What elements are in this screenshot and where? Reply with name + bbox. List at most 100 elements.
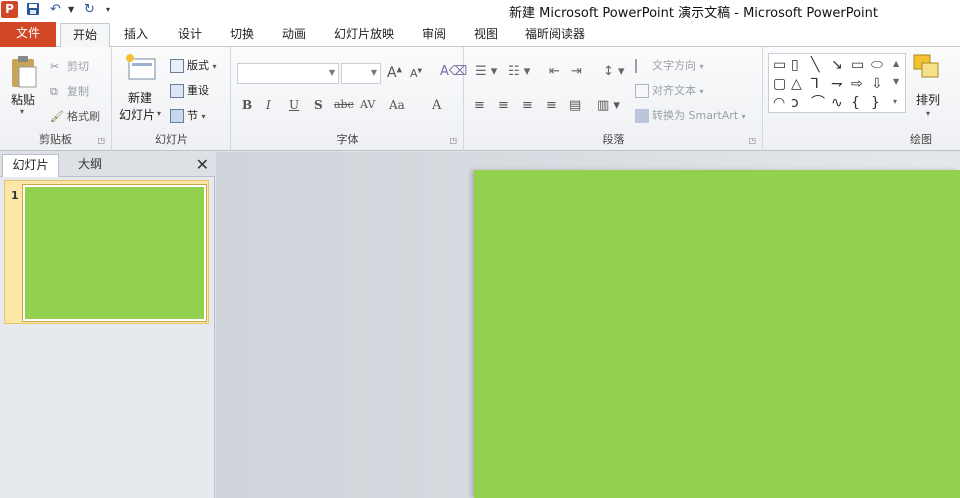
rounded-rectangle-shape-icon[interactable]: ▢	[773, 76, 786, 92]
paragraph-launcher-icon[interactable]: ◳	[748, 136, 756, 145]
align-text-label: 对齐文本	[652, 84, 696, 97]
down-arrow-shape-icon[interactable]: ⇩	[871, 76, 883, 92]
slides-pane: 幻灯片 大纲 ✕ 1	[0, 152, 215, 498]
reset-icon	[170, 84, 184, 98]
right-brace-shape-icon[interactable]: }	[871, 95, 880, 111]
scissors-icon: ✂	[50, 60, 60, 73]
font-launcher-icon[interactable]: ◳	[449, 136, 457, 145]
shapes-gallery[interactable]: ▭ ▯ ╲ ↘ ▭ ⬭ ▢ △ ⅂ ⇁ ⇨ ⇩ ◠ ↄ ⌒ ∿ { } ▲ ▼ …	[768, 53, 906, 113]
underline-button[interactable]: U	[289, 98, 299, 112]
layout-button[interactable]: 版式 ▾	[170, 57, 217, 73]
tab-animations[interactable]: 动画	[272, 23, 316, 47]
distributed-icon[interactable]: ▤	[569, 98, 581, 113]
align-right-icon[interactable]: ≡	[522, 98, 533, 113]
justify-icon[interactable]: ≡	[546, 98, 557, 113]
columns-icon[interactable]: ▥ ▾	[597, 98, 620, 113]
gallery-scroll-down-icon[interactable]: ▼	[893, 74, 899, 90]
line-shape-icon[interactable]: ╲	[811, 57, 819, 73]
tab-transitions[interactable]: 切换	[220, 23, 264, 47]
customize-qat-icon[interactable]: ▾	[106, 2, 110, 18]
section-button[interactable]: 节 ▾	[170, 107, 206, 123]
arrow-line-shape-icon[interactable]: ↘	[831, 57, 843, 73]
undo-icon[interactable]: ↶	[50, 2, 61, 18]
reset-button[interactable]: 重设	[170, 82, 209, 98]
paste-dropdown-icon[interactable]: ▾	[20, 107, 24, 116]
shadow-button[interactable]: S	[314, 98, 323, 112]
right-arrow-shape-icon[interactable]: ⇨	[851, 76, 863, 92]
paste-icon[interactable]	[10, 55, 38, 92]
grow-font-button[interactable]: A▲	[387, 65, 402, 81]
pane-tabs: 幻灯片 大纲 ✕	[0, 152, 215, 177]
slide-thumbnail-row[interactable]: 1	[4, 180, 209, 324]
close-icon[interactable]: ✕	[196, 155, 209, 174]
bold-button[interactable]: B	[242, 98, 252, 112]
copy-button[interactable]: ⧉ 复制	[50, 83, 89, 99]
smartart-label: 转换为 SmartArt	[652, 109, 739, 122]
slide-thumbnail[interactable]	[22, 184, 207, 322]
font-size-combo[interactable]: ▼	[341, 63, 381, 84]
paste-button[interactable]: 粘贴	[11, 91, 35, 108]
triangle-shape-icon[interactable]: △	[791, 76, 802, 92]
undo-dropdown-icon[interactable]: ▼	[68, 2, 74, 18]
text-direction-button[interactable]: 文字方向 ▾	[635, 57, 704, 73]
tab-home[interactable]: 开始	[60, 23, 110, 48]
decrease-indent-icon[interactable]: ⇤	[549, 64, 560, 79]
tab-file[interactable]: 文件	[0, 22, 56, 47]
copy-label: 复制	[67, 85, 89, 98]
clipboard-group: 粘贴 ▾ ✂ 剪切 ⧉ 复制 🖌 格式刷 剪贴板 ◳	[0, 47, 112, 151]
numbering-icon[interactable]: ☷ ▾	[508, 64, 530, 79]
redo-icon[interactable]: ↻	[84, 2, 95, 18]
arrange-button[interactable]: 排列	[916, 91, 940, 108]
align-text-button[interactable]: 对齐文本 ▾	[635, 82, 704, 98]
freeform-shape-icon[interactable]: ◠	[773, 95, 785, 111]
arc-shape-icon[interactable]: ⌒	[811, 95, 825, 111]
font-name-combo[interactable]: ▼	[237, 63, 339, 84]
new-slide-dropdown-icon[interactable]: ▾	[157, 109, 161, 118]
clipboard-launcher-icon[interactable]: ◳	[97, 136, 105, 145]
line-spacing-icon[interactable]: ↕ ▾	[603, 64, 625, 79]
slides-group-label: 幻灯片	[155, 133, 188, 146]
arrange-icon[interactable]	[912, 53, 944, 86]
shrink-font-button[interactable]: A▼	[410, 67, 422, 80]
new-slide-icon[interactable]	[125, 53, 157, 84]
tab-design[interactable]: 设计	[168, 23, 212, 47]
elbow-connector-shape-icon[interactable]: ⅂	[811, 76, 819, 92]
align-center-icon[interactable]: ≡	[498, 98, 509, 113]
increase-indent-icon[interactable]: ⇥	[571, 64, 582, 79]
gallery-more-icon[interactable]: ▾	[893, 94, 897, 110]
gallery-scroll-up-icon[interactable]: ▲	[893, 56, 899, 72]
tab-review[interactable]: 审阅	[412, 23, 456, 47]
tab-outline-pane[interactable]: 大纲	[62, 154, 118, 177]
strikethrough-button[interactable]: abc	[334, 98, 354, 111]
format-painter-button[interactable]: 🖌 格式刷	[50, 108, 100, 124]
save-icon[interactable]	[26, 2, 42, 18]
new-slide-label-2[interactable]: 幻灯片	[119, 106, 155, 123]
new-slide-label-1[interactable]: 新建	[128, 89, 152, 106]
tab-view[interactable]: 视图	[464, 23, 508, 47]
change-case-button[interactable]: Aa	[389, 98, 405, 112]
copy-icon: ⧉	[50, 85, 58, 98]
scribble-shape-icon[interactable]: ↄ	[791, 95, 799, 111]
tab-foxit-reader[interactable]: 福昕阅读器	[516, 23, 594, 47]
tab-insert[interactable]: 插入	[114, 23, 158, 47]
curve-shape-icon[interactable]: ∿	[831, 95, 843, 111]
font-color-button[interactable]: A	[432, 98, 441, 113]
arrange-dropdown-icon[interactable]: ▾	[926, 109, 930, 118]
text-box-shape-icon[interactable]: ▭	[773, 57, 786, 73]
clear-formatting-icon[interactable]: A⌫	[440, 64, 467, 79]
rectangle-shape-icon[interactable]: ▭	[851, 57, 864, 73]
left-brace-shape-icon[interactable]: {	[851, 95, 860, 111]
elbow-arrow-shape-icon[interactable]: ⇁	[831, 76, 843, 92]
italic-button[interactable]: I	[266, 98, 271, 112]
cut-button[interactable]: ✂ 剪切	[50, 58, 89, 74]
bullets-icon[interactable]: ☰ ▾	[475, 64, 497, 79]
character-spacing-button[interactable]: AV	[360, 98, 375, 111]
powerpoint-logo-icon[interactable]: P	[1, 1, 18, 18]
oval-shape-icon[interactable]: ⬭	[871, 57, 883, 73]
convert-smartart-button[interactable]: 转换为 SmartArt ▾	[635, 107, 746, 123]
vertical-text-box-shape-icon[interactable]: ▯	[791, 57, 799, 73]
tab-slides-pane[interactable]: 幻灯片	[2, 154, 59, 177]
slide-canvas[interactable]	[474, 170, 960, 498]
tab-slideshow[interactable]: 幻灯片放映	[324, 23, 404, 47]
align-left-icon[interactable]: ≡	[474, 98, 485, 113]
